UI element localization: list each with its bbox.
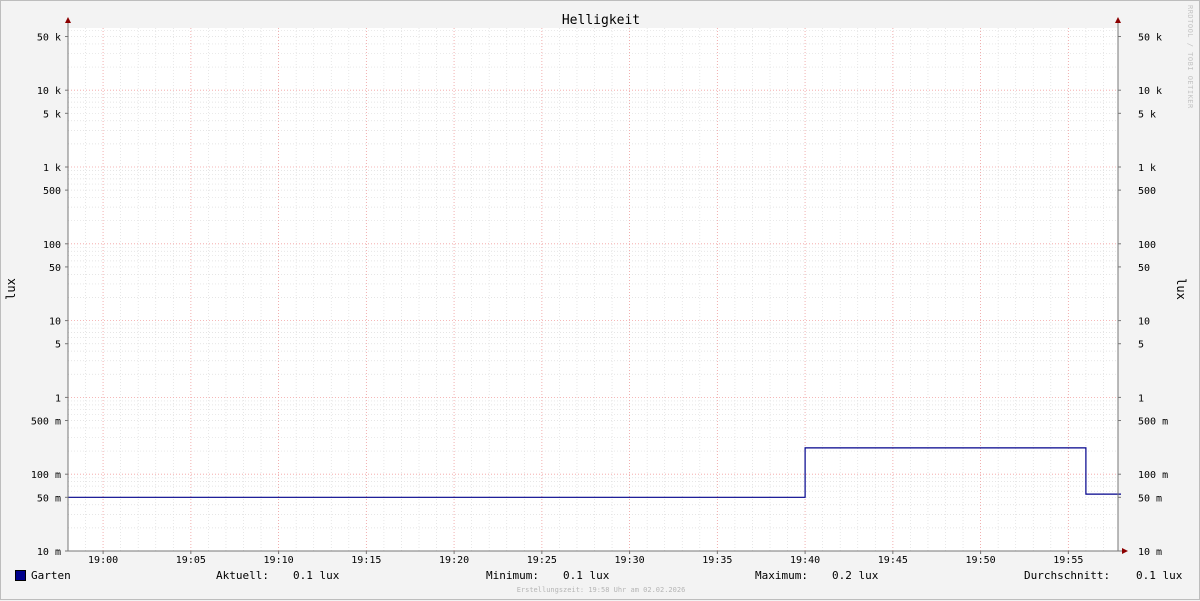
y-tick-label-left: 50 k	[37, 33, 61, 44]
y-axis-left-arrow-icon	[65, 17, 71, 23]
y-tick-label-right: 1 k	[1138, 163, 1156, 174]
y-tick-label-left: 10	[49, 317, 61, 328]
x-tick-label: 19:10	[264, 555, 294, 566]
x-tick-label: 19:55	[1053, 555, 1083, 566]
x-tick-label: 19:05	[176, 555, 206, 566]
x-tick-label: 19:40	[790, 555, 820, 566]
x-tick-label: 19:25	[527, 555, 557, 566]
legend-avg-value: 0.1 lux	[1136, 569, 1182, 582]
y-tick-label-left: 500	[43, 186, 61, 197]
legend-current-value: 0.1 lux	[293, 569, 339, 582]
chart-canvas: 10 m 10 m 50 m 50 m 100 m 100 m 500 m 500 m 1 1 5 5…	[1, 1, 1200, 601]
y-tick-label-left: 10 k	[37, 86, 61, 97]
y-tick-label-right: 1	[1138, 393, 1144, 404]
y-tick-label-right: 5	[1138, 340, 1144, 351]
y-tick-label-left: 100	[43, 240, 61, 251]
x-tick-label: 19:50	[966, 555, 996, 566]
y-tick-label-left: 100 m	[31, 470, 61, 481]
x-tick-label: 19:35	[702, 555, 732, 566]
y-tick-label-right: 10 k	[1138, 86, 1162, 97]
legend-swatch-garten	[15, 570, 26, 581]
legend: Garten Aktuell: 0.1 lux Minimum: 0.1 lux…	[1, 569, 1200, 585]
legend-current-label: Aktuell:	[216, 569, 269, 582]
y-tick-label-left: 10 m	[37, 547, 61, 558]
x-tick-label: 19:00	[88, 555, 118, 566]
chart-title: Helligkeit	[562, 13, 640, 28]
x-tick-label: 19:45	[878, 555, 908, 566]
y-tick-label-left: 5 k	[43, 109, 61, 120]
y-tick-label-right: 100 m	[1138, 470, 1168, 481]
x-tick-label: 19:30	[615, 555, 645, 566]
y-tick-label-left: 5	[55, 340, 61, 351]
x-tick-label: 19:15	[351, 555, 381, 566]
y-tick-label-right: 50	[1138, 263, 1150, 274]
y-tick-label-right: 10 m	[1138, 547, 1162, 558]
plot-area	[68, 28, 1118, 551]
legend-max-label: Maximum:	[755, 569, 808, 582]
y-tick-label-left: 500 m	[31, 417, 61, 428]
y-tick-label-right: 500 m	[1138, 417, 1168, 428]
y-tick-label-right: 5 k	[1138, 109, 1156, 120]
x-tick-label: 19:20	[439, 555, 469, 566]
y-tick-label-right: 50 m	[1138, 493, 1162, 504]
legend-avg-label: Durchschnitt:	[1024, 569, 1110, 582]
y-tick-label-left: 1	[55, 393, 61, 404]
y-tick-label-right: 500	[1138, 186, 1156, 197]
legend-series-name: Garten	[31, 569, 71, 582]
y-tick-label-right: 50 k	[1138, 33, 1162, 44]
legend-min-label: Minimum:	[486, 569, 539, 582]
x-axis-arrow-icon	[1122, 548, 1128, 554]
y-axis-right-arrow-icon	[1115, 17, 1121, 23]
y-tick-label-left: 1 k	[43, 163, 61, 174]
y-tick-label-left: 50	[49, 263, 61, 274]
y-tick-label-left: 50 m	[37, 493, 61, 504]
watermark: RRDTOOL / TOBI OETIKER	[1186, 5, 1194, 109]
legend-max-value: 0.2 lux	[832, 569, 878, 582]
y-axis-label-left: lux	[4, 278, 18, 300]
y-axis-label-right: lux	[1174, 278, 1188, 300]
y-tick-label-right: 10	[1138, 317, 1150, 328]
y-tick-label-right: 100	[1138, 240, 1156, 251]
chart-frame: 10 m 10 m 50 m 50 m 100 m 100 m 500 m 500 m 1 1 5 5…	[0, 0, 1200, 600]
created-timestamp: Erstellungszeit: 19:58 Uhr am 02.02.2026	[1, 586, 1200, 594]
legend-min-value: 0.1 lux	[563, 569, 609, 582]
